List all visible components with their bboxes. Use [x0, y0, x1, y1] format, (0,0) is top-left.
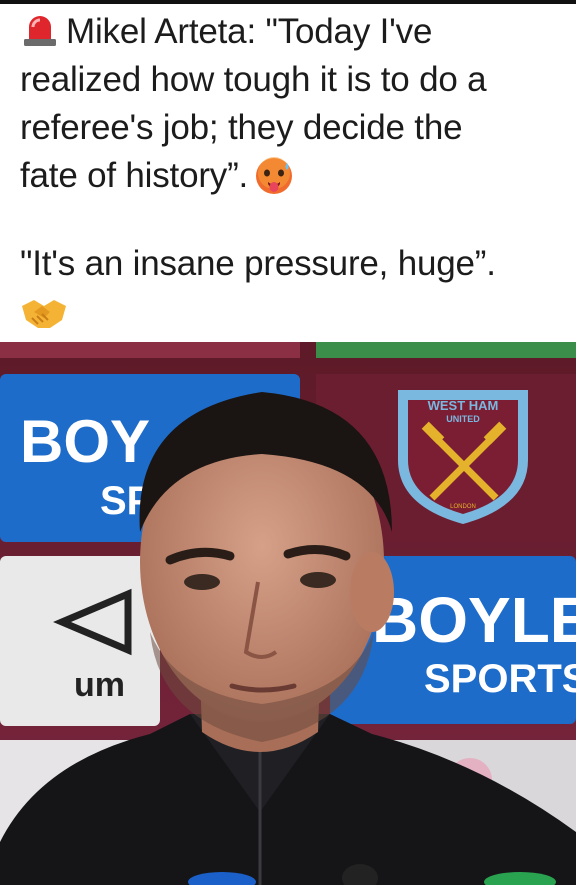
sponsor-text-top: BOY: [20, 408, 150, 475]
top-divider: [0, 0, 576, 4]
hot-face-icon: [256, 157, 293, 194]
police-light-icon: [24, 16, 56, 46]
post-line-3: referee's job; they decide the: [20, 108, 463, 147]
post-text-line: Mikel Arteta: "Today I've: [66, 12, 433, 51]
sponsor-text-right: BOYLE: [372, 584, 576, 656]
crest-location: LONDON: [450, 504, 476, 510]
press-conference-photo: BOY SP WEST HAM UNITED LONDON um BOYLE S: [0, 342, 576, 885]
photo-illustration: BOY SP WEST HAM UNITED LONDON um BOYLE S: [0, 342, 576, 885]
post-text: Mikel Arteta: "Today I've realized how t…: [20, 8, 565, 332]
kit-brand-text: um: [74, 666, 125, 704]
crest-title: WEST HAM: [428, 398, 499, 413]
kit-sponsor-board: um: [0, 556, 160, 726]
post-line-2: realized how tough it is to do a: [20, 60, 487, 99]
post-line-4: fate of history”.: [20, 152, 565, 200]
crest-subtitle: UNITED: [446, 414, 480, 424]
post-line-1: Mikel Arteta: "Today I've: [20, 8, 565, 56]
handshake-icon: [22, 300, 66, 328]
post-text-line: fate of history”.: [20, 156, 249, 195]
post-quote-2: "It's an insane pressure, huge”.: [20, 244, 496, 283]
sponsor-sub-right: SPORTS: [424, 657, 576, 701]
